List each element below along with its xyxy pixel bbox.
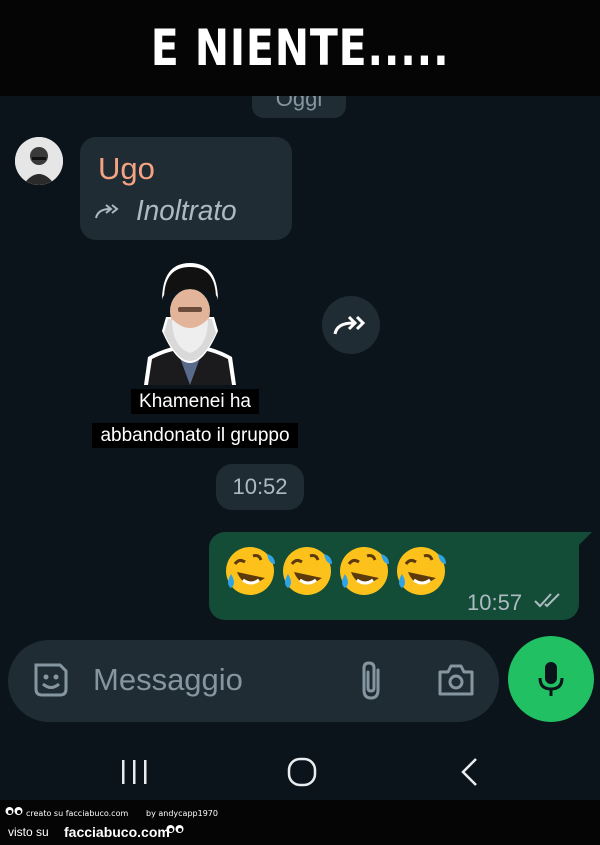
time-separator: 10:52 <box>216 464 304 510</box>
sticker-caption: Khamenei ha abbandonato il gruppo <box>90 385 300 453</box>
sender-avatar[interactable] <box>15 137 63 185</box>
forwarded-indicator: Inoltrato <box>94 195 241 228</box>
outgoing-message-bubble[interactable]: 10:57 <box>209 532 579 620</box>
back-icon[interactable] <box>458 756 482 788</box>
sender-name[interactable]: Ugo <box>98 151 155 187</box>
recent-apps-icon[interactable] <box>118 758 150 786</box>
rofl-emoji-icon <box>283 547 332 595</box>
meme-caption: E NIENTE..... <box>150 19 450 77</box>
sticker-portrait <box>144 263 236 385</box>
message-input[interactable]: Messaggio <box>93 662 243 698</box>
facciabuco-eyes-icon <box>5 807 23 815</box>
forwarded-label: Inoltrato <box>136 195 237 227</box>
paperclip-icon[interactable] <box>356 660 386 702</box>
facciabuco-eyes-icon <box>166 825 184 833</box>
credit-visto: visto su <box>8 825 49 839</box>
sticker-caption-line-1: Khamenei ha <box>131 389 259 414</box>
sticker-icon[interactable] <box>30 659 72 701</box>
meme-caption-bar: E NIENTE..... <box>0 0 600 96</box>
message-time: 10:57 <box>467 590 523 615</box>
credit-author: by andycapp1970 <box>146 809 218 818</box>
credit-created: creato su facciabuco.com <box>26 809 129 818</box>
emoji-row <box>223 544 448 598</box>
voice-record-button[interactable] <box>508 636 594 722</box>
credit-site[interactable]: facciabuco.com <box>64 824 170 840</box>
sticker-message[interactable]: Khamenei ha abbandonato il gruppo <box>90 261 300 448</box>
microphone-icon <box>538 662 564 696</box>
forward-icon <box>333 315 366 335</box>
camera-icon[interactable] <box>436 662 476 698</box>
incoming-message-bubble[interactable]: Ugo Inoltrato <box>80 137 292 240</box>
date-separator: Oggi <box>252 96 346 118</box>
forwarded-icon <box>95 203 119 218</box>
message-composer[interactable]: Messaggio <box>8 640 499 722</box>
forward-button[interactable] <box>322 296 380 354</box>
chat-area[interactable]: Oggi Ugo Inoltrato Khamenei ha abbandona… <box>0 96 600 730</box>
outgoing-bubble-tail <box>576 532 592 548</box>
read-double-check-icon <box>534 593 560 608</box>
watermark-strip: creato su facciabuco.com by andycapp1970… <box>0 800 600 845</box>
sticker-caption-line-2: abbandonato il gruppo <box>92 423 298 448</box>
home-icon[interactable] <box>287 756 317 788</box>
rofl-emoji-icon <box>340 547 389 595</box>
rofl-emoji-icon <box>397 547 446 595</box>
rofl-emoji-icon <box>226 547 275 595</box>
